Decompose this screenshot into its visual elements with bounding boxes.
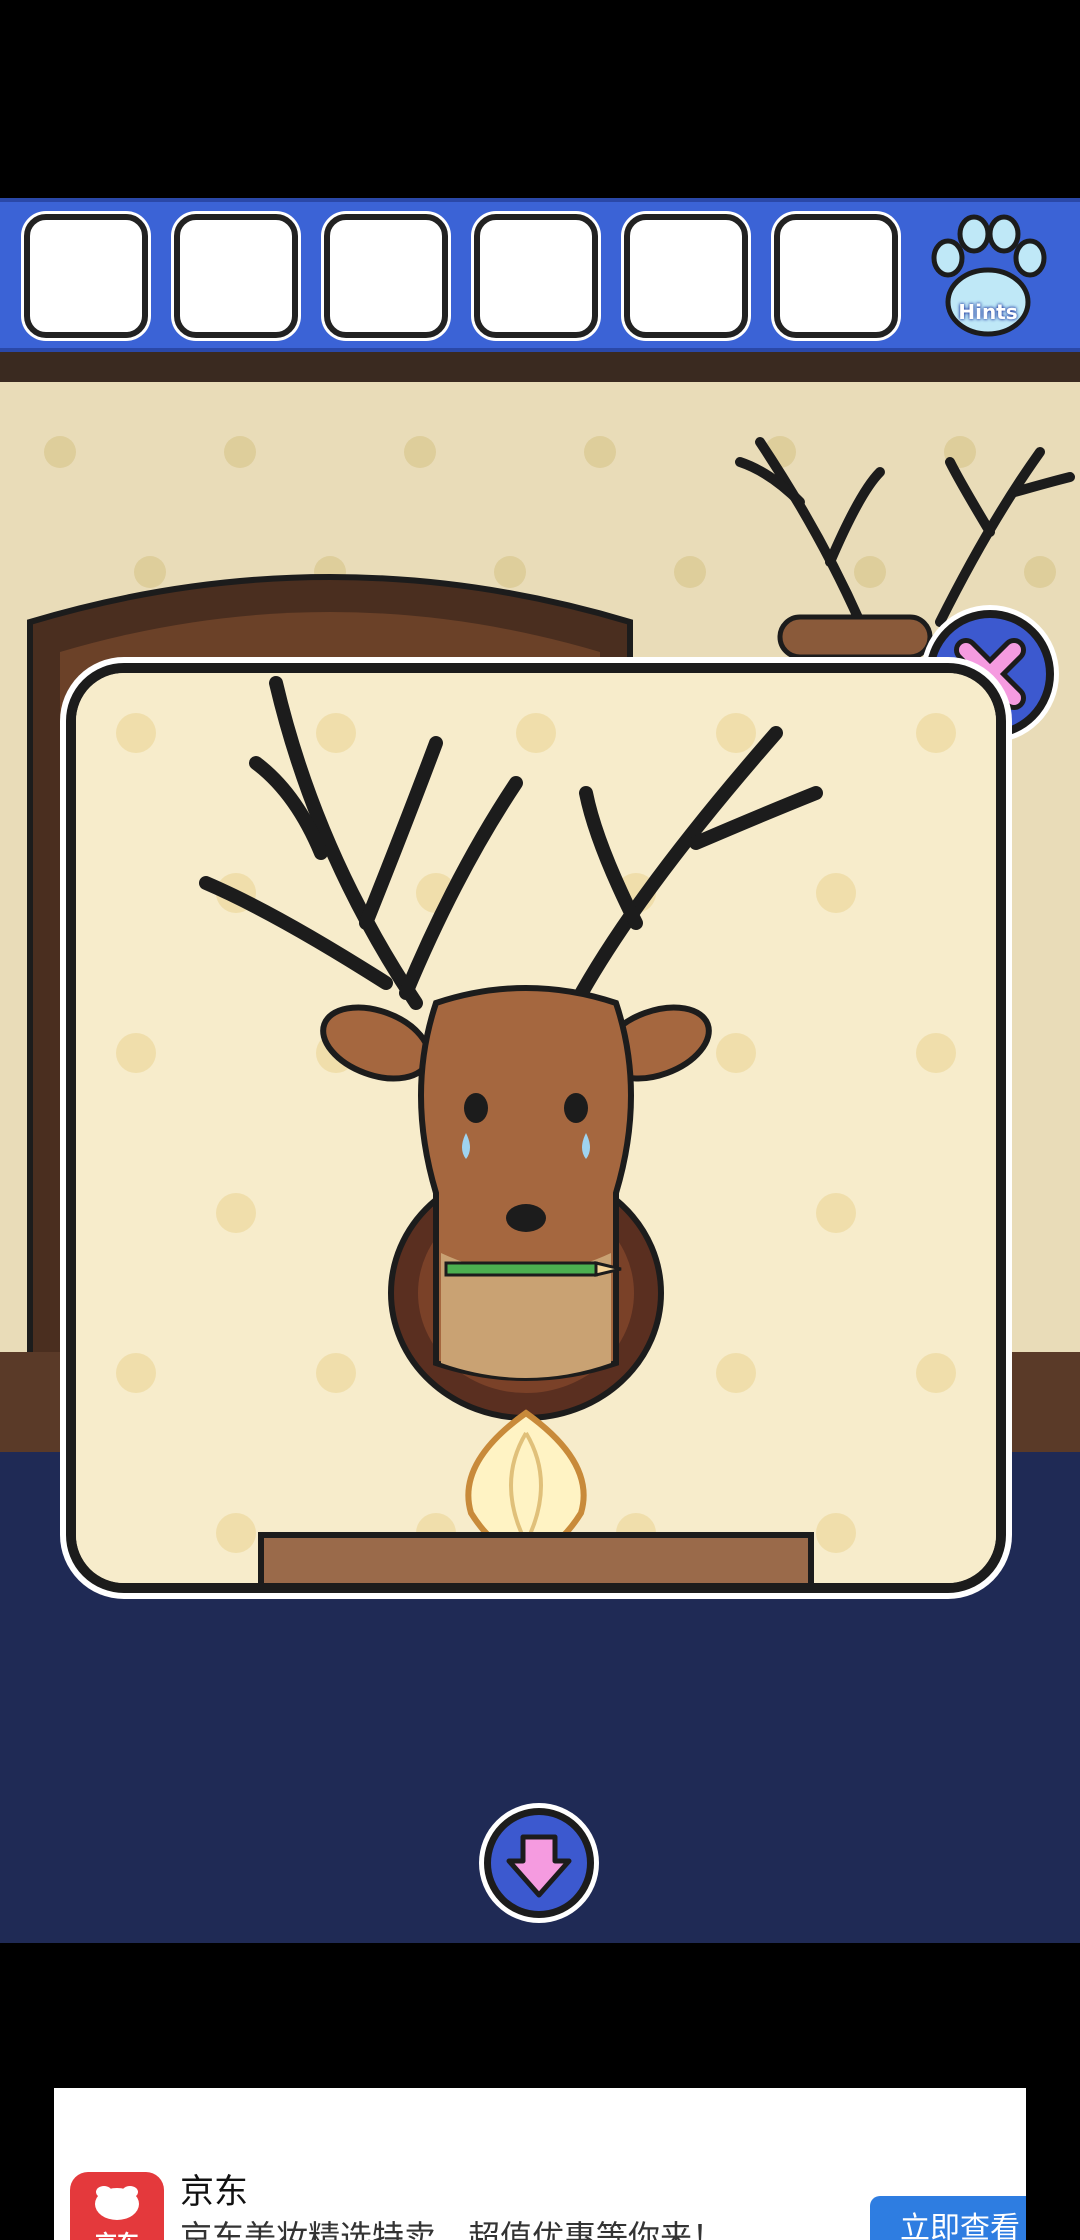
pencil-item[interactable] bbox=[444, 1261, 622, 1277]
ad-banner[interactable]: 京东 京东 京东美妆精选特卖，超值优惠等你来！ 立即查看 bbox=[54, 2088, 1026, 2240]
inventory-slot-5[interactable] bbox=[624, 214, 748, 338]
logo-text: 京东 bbox=[70, 2226, 164, 2240]
inventory-bar: Hints bbox=[0, 198, 1080, 352]
hints-label: Hints bbox=[958, 300, 1018, 324]
inventory-slot-1[interactable] bbox=[24, 214, 148, 338]
hints-button[interactable]: Hints bbox=[918, 210, 1058, 346]
inventory-slot-2[interactable] bbox=[174, 214, 298, 338]
back-button[interactable] bbox=[484, 1808, 594, 1918]
inventory-slot-4[interactable] bbox=[474, 214, 598, 338]
closeup-panel bbox=[66, 663, 1006, 1593]
dog-icon bbox=[95, 2186, 139, 2220]
ad-description: 京东美妆精选特卖，超值优惠等你来！ bbox=[180, 2218, 725, 2240]
game-viewport: Hints bbox=[0, 198, 1080, 1943]
down-arrow-icon bbox=[506, 1834, 572, 1898]
inventory-slot-6[interactable] bbox=[774, 214, 898, 338]
paw-icon bbox=[931, 214, 1047, 337]
deer-closeup-scene bbox=[76, 673, 996, 1583]
wall-shelf bbox=[258, 1532, 814, 1583]
deer-head[interactable] bbox=[418, 985, 634, 1381]
jd-logo: 京东 bbox=[70, 2172, 164, 2240]
view-now-button[interactable]: 立即查看 bbox=[870, 2196, 1026, 2240]
inventory-slot-3[interactable] bbox=[324, 214, 448, 338]
ad-brand: 京东 bbox=[180, 2172, 248, 2212]
